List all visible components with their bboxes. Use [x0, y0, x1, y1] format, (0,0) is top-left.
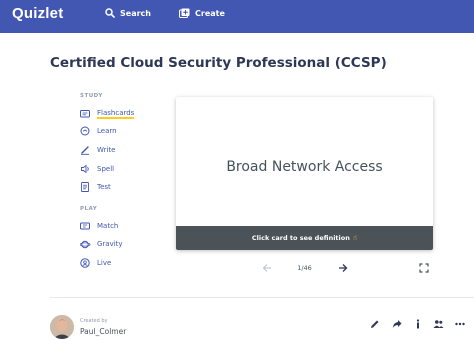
sidebar-item-gravity[interactable]: Gravity — [80, 237, 123, 251]
create-button[interactable]: Create — [179, 6, 225, 20]
flashcard[interactable]: Broad Network Access Click card to see d… — [176, 97, 433, 250]
match-icon — [80, 222, 90, 230]
sidebar-item-label: Match — [97, 222, 119, 230]
sidebar-item-write[interactable]: Write — [80, 143, 115, 157]
search-button[interactable]: Search — [105, 6, 151, 20]
learn-icon — [80, 126, 90, 136]
more-icon[interactable] — [455, 319, 465, 329]
fullscreen-icon[interactable] — [419, 263, 429, 273]
arrow-right-icon[interactable] — [338, 262, 348, 274]
sidebar-item-label: Test — [97, 183, 111, 191]
live-icon — [80, 258, 90, 268]
sidebar-item-spell[interactable]: Spell — [80, 162, 114, 176]
info-icon[interactable] — [413, 319, 423, 329]
card-hint-bar[interactable]: Click card to see definition ☝ — [176, 226, 433, 250]
divider — [50, 297, 474, 298]
study-heading: STUDY — [80, 93, 103, 99]
search-icon — [105, 8, 115, 18]
created-by-label: Created by — [80, 318, 108, 324]
page-title: Certified Cloud Security Professional (C… — [50, 55, 387, 71]
people-icon[interactable] — [433, 319, 444, 329]
write-icon — [81, 146, 89, 155]
card-term: Broad Network Access — [226, 159, 383, 175]
card-hint: Click card to see definition — [251, 234, 350, 242]
sidebar-item-label: Learn — [97, 127, 117, 135]
share-icon[interactable] — [392, 319, 402, 329]
create-label: Create — [195, 8, 225, 18]
flashcards-icon — [80, 110, 90, 118]
play-heading: PLAY — [80, 206, 98, 212]
test-icon — [81, 182, 89, 192]
top-navbar: Quizlet Search Create — [0, 0, 474, 33]
sidebar-item-match[interactable]: Match — [80, 219, 118, 233]
sidebar-item-label: Spell — [97, 165, 115, 173]
quizlet-logo[interactable]: Quizlet — [12, 5, 63, 22]
avatar[interactable] — [50, 315, 74, 339]
avatar-image — [50, 315, 74, 339]
sidebar-item-learn[interactable]: Learn — [80, 124, 117, 138]
author-name[interactable]: Paul_Colmer — [80, 327, 126, 336]
edit-icon[interactable] — [370, 319, 380, 329]
pointing-hand-icon: ☝ — [352, 234, 358, 242]
create-icon — [179, 8, 190, 18]
sidebar-item-label: Gravity — [97, 240, 123, 248]
sidebar-item-label: Live — [97, 259, 112, 267]
sidebar-item-flashcards[interactable]: Flashcards — [80, 107, 135, 121]
sidebar-item-label: Flashcards — [97, 109, 135, 119]
card-controls: 1/46 — [176, 262, 433, 276]
spell-icon — [81, 164, 89, 174]
sidebar-item-test[interactable]: Test — [80, 180, 111, 194]
gravity-icon — [80, 240, 91, 249]
sidebar-item-live[interactable]: Live — [80, 256, 111, 270]
card-counter: 1/46 — [297, 264, 312, 272]
search-label: Search — [120, 8, 151, 18]
sidebar-item-label: Write — [97, 146, 116, 154]
